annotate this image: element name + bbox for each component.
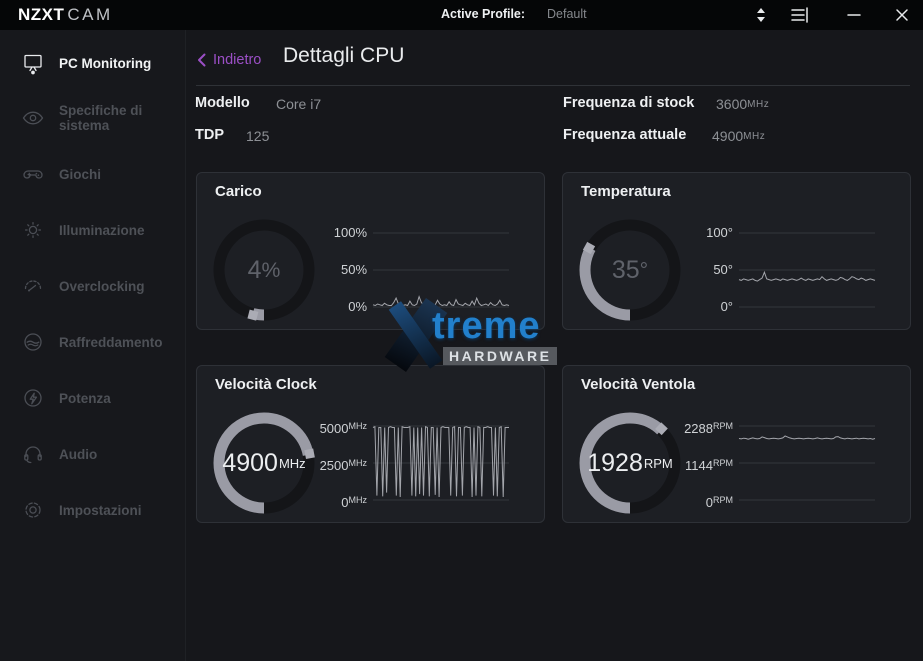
- gamepad-icon: [21, 162, 45, 186]
- panel-title: Carico: [215, 183, 262, 200]
- headphones-icon: [21, 442, 45, 466]
- nzxt-cam-logo: NZXTCAM: [18, 5, 113, 25]
- sidebar-item-specifiche-di-sistema[interactable]: Specifiche di sistema: [0, 90, 185, 146]
- sidebar-item-label: Specifiche di sistema: [59, 103, 185, 133]
- axis-tick-label: 2500MHz: [237, 454, 367, 472]
- info-value-freq-stock: 3600MHz: [716, 96, 769, 112]
- active-profile-label: Active Profile:: [441, 7, 525, 21]
- axis-tick-label: 100%: [237, 224, 367, 242]
- sidebar-item-label: Overclocking: [59, 279, 145, 294]
- eye-icon: [21, 106, 45, 130]
- sidebar-item-illuminazione[interactable]: Illuminazione: [0, 202, 185, 258]
- axis-tick-label: 0MHz: [237, 491, 367, 509]
- gear-icon: [21, 498, 45, 522]
- sidebar-item-label: Giochi: [59, 167, 101, 182]
- axis-tick-label: 50°: [603, 261, 733, 279]
- panel-title: Velocità Clock: [215, 376, 317, 393]
- nzxt-cam-window: NZXTCAM Active Profile: Default PC Monit…: [0, 0, 923, 661]
- info-value-tdp: 125: [246, 128, 269, 144]
- menu-lines-icon[interactable]: [789, 5, 811, 25]
- info-label-freq-stock: Frequenza di stock: [563, 95, 694, 111]
- page-title: Dettagli CPU: [283, 44, 404, 68]
- axis-tick-label: 100°: [603, 224, 733, 242]
- power-icon: [21, 386, 45, 410]
- info-label-modello: Modello: [195, 95, 250, 111]
- panel-carico: Carico4%100%50%0%: [196, 172, 545, 330]
- sidebar-item-label: Raffreddamento: [59, 335, 163, 350]
- sidebar-item-audio[interactable]: Audio: [0, 426, 185, 482]
- info-label-tdp: TDP: [195, 127, 224, 143]
- axis-tick-label: 0°: [603, 298, 733, 316]
- active-profile-value[interactable]: Default: [547, 7, 587, 21]
- axis-tick-label: 50%: [237, 261, 367, 279]
- info-value-modello: Core i7: [276, 96, 321, 112]
- panel-title: Temperatura: [581, 183, 671, 200]
- monitor-icon: [21, 51, 45, 75]
- logo-cam: CAM: [67, 5, 112, 24]
- axis-tick-label: 1144RPM: [603, 454, 733, 472]
- cooling-icon: [21, 330, 45, 354]
- axis-tick-label: 0RPM: [603, 491, 733, 509]
- titlebar: NZXTCAM Active Profile: Default: [0, 0, 923, 30]
- panel-velocit-clock: Velocità Clock4900MHz5000MHz2500MHz0MHz: [196, 365, 545, 523]
- sidebar-item-potenza[interactable]: Potenza: [0, 370, 185, 426]
- close-button[interactable]: [891, 5, 913, 25]
- axis-tick-label: 0%: [237, 298, 367, 316]
- axis-tick-label: 5000MHz: [237, 417, 367, 435]
- info-label-freq-attuale: Frequenza attuale: [563, 127, 686, 143]
- sidebar-item-label: Illuminazione: [59, 223, 145, 238]
- sidebar-item-label: Impostazioni: [59, 503, 142, 518]
- sidebar-item-giochi[interactable]: Giochi: [0, 146, 185, 202]
- sidebar-item-label: Audio: [59, 447, 97, 462]
- chevron-left-icon: [197, 53, 206, 67]
- sidebar-item-label: Potenza: [59, 391, 111, 406]
- back-label: Indietro: [213, 52, 261, 68]
- sun-icon: [21, 218, 45, 242]
- back-button[interactable]: Indietro: [197, 50, 261, 70]
- watermark-hardware-text: HARDWARE: [443, 347, 557, 365]
- panel-temperatura: Temperatura35°100°50°0°: [562, 172, 911, 330]
- axis-tick-label: 2288RPM: [603, 417, 733, 435]
- sidebar-item-label: PC Monitoring: [59, 56, 151, 71]
- panel-velocit-ventola: Velocità Ventola1928RPM2288RPM1144RPM0RP…: [562, 365, 911, 523]
- info-value-freq-attuale: 4900MHz: [712, 128, 765, 144]
- sidebar-item-overclocking[interactable]: Overclocking: [0, 258, 185, 314]
- sidebar-item-impostazioni[interactable]: Impostazioni: [0, 482, 185, 538]
- gauge-icon: [21, 274, 45, 298]
- panel-title: Velocità Ventola: [581, 376, 695, 393]
- sidebar: PC Monitoring Specifiche di sistema Giochi…: [0, 30, 186, 661]
- logo-nzxt: NZXT: [18, 5, 64, 24]
- minimize-button[interactable]: [843, 5, 865, 25]
- header-divider: [196, 85, 910, 86]
- sidebar-item-raffreddamento[interactable]: Raffreddamento: [0, 314, 185, 370]
- profile-arrows-icon[interactable]: [750, 5, 772, 25]
- sidebar-item-pc-monitoring[interactable]: PC Monitoring: [0, 35, 185, 91]
